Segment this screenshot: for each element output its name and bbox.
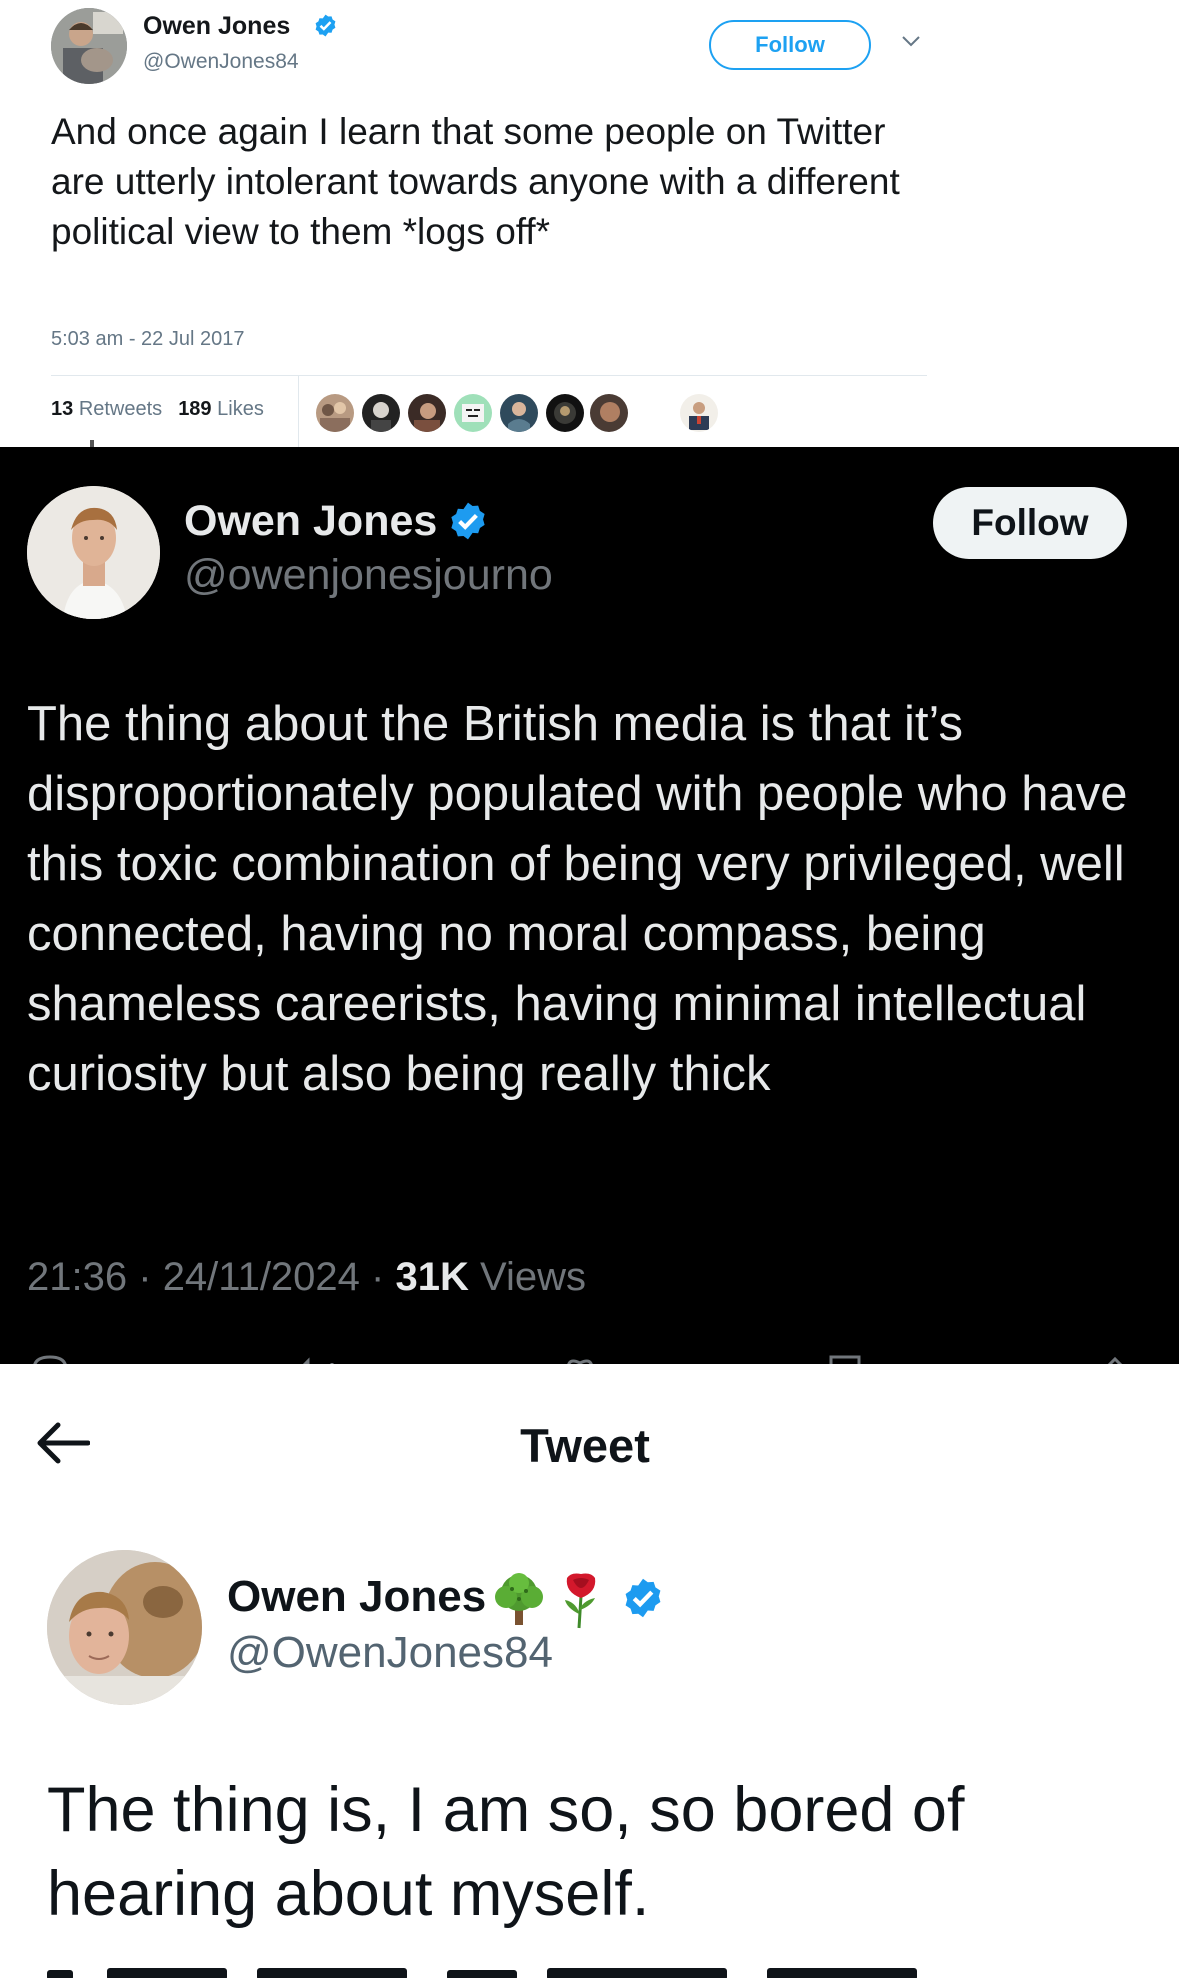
retweets-stat[interactable]: 13 Retweets xyxy=(51,398,162,420)
like-icon[interactable] xyxy=(560,1353,600,1364)
author-name[interactable]: Owen Jones xyxy=(143,12,290,41)
rose-emoji-icon xyxy=(565,1573,596,1629)
verified-badge-icon xyxy=(451,502,485,540)
meta-separator: · xyxy=(371,1255,385,1299)
liker-avatar[interactable] xyxy=(408,394,446,432)
page-title: Tweet xyxy=(520,1419,650,1472)
retweets-count: 13 xyxy=(51,398,74,420)
avatar[interactable] xyxy=(27,486,160,619)
share-icon[interactable] xyxy=(1095,1353,1135,1364)
views-count: 31K xyxy=(395,1255,469,1299)
likes-label: Likes xyxy=(217,398,264,420)
tree-emoji-icon xyxy=(495,1573,543,1625)
tweet-panel-2017: Owen Jones @OwenJones84 Follow And once … xyxy=(0,0,1179,447)
liker-avatar[interactable] xyxy=(362,394,400,432)
divider xyxy=(298,376,299,447)
chevron-down-icon[interactable] xyxy=(901,34,921,48)
verified-badge-icon xyxy=(315,14,336,37)
liker-avatar[interactable] xyxy=(546,394,584,432)
tweet-timestamp[interactable]: 5:03 am - 22 Jul 2017 xyxy=(51,328,244,351)
follow-button[interactable]: Follow xyxy=(933,487,1127,559)
likes-stat[interactable]: 189 Likes xyxy=(178,398,264,420)
author-name[interactable]: Owen Jones xyxy=(227,1572,486,1622)
verified-badge-icon xyxy=(625,1578,661,1618)
divider xyxy=(51,375,927,376)
follow-button[interactable]: Follow xyxy=(709,20,871,70)
views-label: Views xyxy=(480,1255,586,1299)
likes-count: 189 xyxy=(178,398,212,420)
liker-avatar[interactable] xyxy=(500,394,538,432)
tweet-text: The thing is, I am so, so bored of heari… xyxy=(47,1775,965,1929)
retweets-label: Retweets xyxy=(78,398,163,420)
divider xyxy=(90,440,94,447)
author-handle[interactable]: @OwenJones84 xyxy=(227,1628,553,1678)
tweet-meta: 21:36 · 24/11/2024 · 31K Views xyxy=(27,1255,586,1300)
author-handle[interactable]: @OwenJones84 xyxy=(143,50,299,74)
reply-icon[interactable] xyxy=(30,1353,70,1364)
cut-off-text-line xyxy=(47,1968,917,1978)
liker-avatar[interactable] xyxy=(454,394,492,432)
tweet-date[interactable]: 24/11/2024 xyxy=(163,1255,360,1299)
tweet-panel-detail: Tweet Owen Jones @OwenJones84 The thing … xyxy=(0,1364,1179,1978)
retweet-icon[interactable] xyxy=(300,1353,340,1364)
avatar[interactable] xyxy=(47,1550,202,1705)
bookmark-icon[interactable] xyxy=(825,1353,865,1364)
tweet-panel-2024-dark: Owen Jones @owenjonesjourno Follow The t… xyxy=(0,447,1179,1364)
meta-separator: · xyxy=(138,1255,152,1299)
author-handle[interactable]: @owenjonesjourno xyxy=(184,551,553,600)
tweet-time[interactable]: 21:36 xyxy=(27,1255,127,1299)
liker-avatar[interactable] xyxy=(590,394,628,432)
tweet-stats: 13 Retweets 189 Likes xyxy=(51,398,264,421)
author-name[interactable]: Owen Jones xyxy=(184,497,437,546)
liker-avatar[interactable] xyxy=(680,394,718,432)
tweet-text: And once again I learn that some people … xyxy=(51,111,900,252)
avatar[interactable] xyxy=(51,8,127,84)
liker-avatar[interactable] xyxy=(316,394,354,432)
tweet-text: The thing about the British media is tha… xyxy=(27,697,1128,1101)
